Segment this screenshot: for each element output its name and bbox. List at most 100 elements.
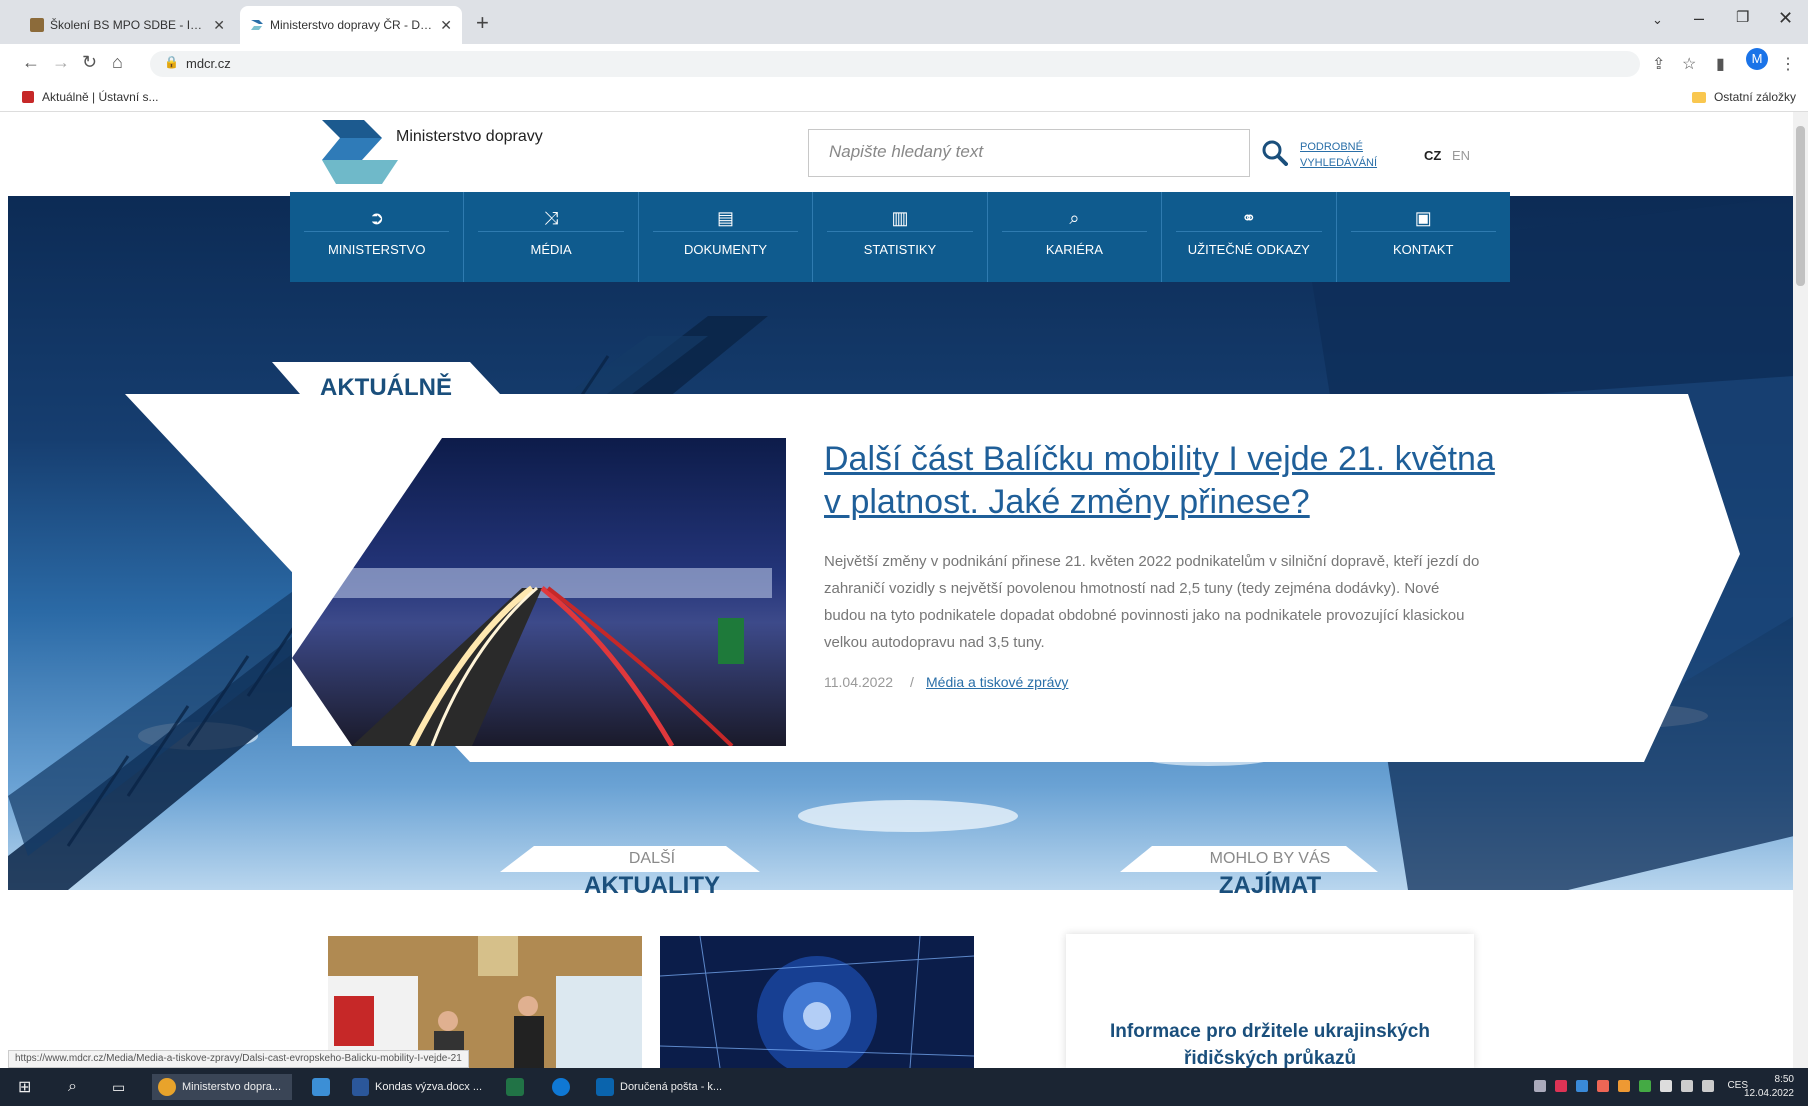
interest-heading: ZAJÍMAT [1218,872,1322,899]
lang-en-link[interactable]: EN [1452,148,1470,163]
close-tab-icon[interactable]: ✕ [440,17,452,34]
bookmark-aktualne[interactable]: Aktuálně | Ústavní s... [22,90,159,104]
scrollbar-thumb[interactable] [1796,126,1805,286]
tab-mdcr[interactable]: Ministerstvo dopravy ČR - Domů ✕ [240,6,462,44]
bookmark-star-icon[interactable]: ☆ [1682,54,1696,74]
nav-label: MÉDIA [530,242,572,257]
forward-icon[interactable]: → [52,52,70,73]
folder-icon [1691,91,1706,103]
search-icon[interactable]: ⌕ [68,1074,77,1100]
side-panel-icon[interactable]: ▮ [1716,54,1725,74]
url-field[interactable]: 🔒 mdcr.cz [150,51,1640,77]
edge-icon [552,1078,570,1096]
taskbar-item-label: Kondas výzva.docx ... [375,1081,482,1093]
task-view-icon[interactable]: ▭ [112,1074,125,1100]
outlook-icon [596,1078,614,1096]
url-text: mdcr.cz [186,56,231,71]
tray-app-icon[interactable] [1639,1080,1652,1092]
info-card-text: Informace pro držitele ukrajinských řidi… [1110,1021,1430,1068]
nav-label: UŽITEČNÉ ODKAZY [1187,242,1310,257]
info-card[interactable]: Informace pro držitele ukrajinských řidi… [1066,934,1474,1068]
bookmark-label: Aktuálně | Ústavní s... [42,90,159,104]
main-nav: ➲ MINISTERSTVO ⤨ MÉDIA ▤ DOKUMENTY ▥ STA… [290,192,1510,282]
bookmarks-bar: Aktuálně | Ústavní s... Ostatní záložky [0,84,1808,112]
reload-icon[interactable]: ↻ [82,52,97,73]
volume-icon[interactable] [1702,1080,1715,1092]
clock[interactable]: 8:50 12.04.2022 [1744,1073,1794,1101]
shuffle-icon: ⤨ [478,204,624,232]
nav-label: KARIÉRA [1045,242,1103,257]
network-icon[interactable] [1681,1080,1694,1092]
news-separator: / [910,674,914,690]
nav-ministerstvo[interactable]: ➲ MINISTERSTVO [290,192,465,282]
mdcr-favicon-icon [250,18,264,32]
close-window-icon[interactable]: ✕ [1778,8,1793,29]
bar-chart-icon: ▥ [827,204,973,232]
system-tray: CES [1534,1080,1748,1092]
lang-cz-link[interactable]: CZ [1424,148,1441,163]
page-content: Ministerstvo dopravy Napište hledaný tex… [0,112,1808,1068]
taskbar: ⊞ ⌕ ▭ Ministerstvo dopra... Kondas výzva… [0,1068,1808,1106]
news-thumbnail-ai[interactable] [660,936,974,1068]
nav-media[interactable]: ⤨ MÉDIA [464,192,639,282]
nav-odkazy[interactable]: ⚭ UŽITEČNÉ ODKAZY [1162,192,1337,282]
more-news-small-heading: DALŠÍ [628,850,676,867]
taskbar-item-chrome[interactable]: Ministerstvo dopra... [152,1074,292,1100]
tray-app-icon[interactable] [1576,1080,1589,1092]
new-tab-icon[interactable]: + [476,10,489,36]
restore-icon[interactable]: ❐ [1736,8,1749,26]
intranet-favicon-icon [30,18,44,32]
tray-app-icon[interactable] [1597,1080,1610,1092]
battery-icon[interactable] [1660,1080,1673,1092]
news-image[interactable] [292,438,786,746]
nav-dokumenty[interactable]: ▤ DOKUMENTY [639,192,814,282]
menu-icon[interactable]: ⋮ [1780,54,1796,74]
lock-icon[interactable]: 🔒 [164,55,179,69]
word-icon [352,1078,369,1096]
tray-app-icon[interactable] [1618,1080,1631,1092]
advanced-search-link[interactable]: PODROBNÉ VYHLEDÁVÁNÍ [1300,139,1390,171]
taskbar-item-excel[interactable] [506,1074,530,1100]
other-bookmarks[interactable]: Ostatní záložky [1691,90,1796,104]
contact-card-icon: ▣ [1350,204,1496,232]
document-icon: ▤ [652,204,799,232]
clock-date: 12.04.2022 [1743,1088,1794,1099]
news-title-link[interactable]: Další část Balíčku mobility I vejde 21. … [824,438,1504,524]
taskbar-item-label: Ministerstvo dopra... [182,1081,282,1093]
taskbar-item-edge[interactable] [552,1074,576,1100]
clock-time: 8:50 [1774,1074,1794,1085]
tray-app-icon[interactable] [1555,1080,1568,1092]
news-thumbnail-press[interactable] [328,936,642,1068]
news-category-link[interactable]: Média a tiskové zprávy [926,674,1068,690]
tab-search-icon[interactable]: ⌄ [1652,12,1663,28]
address-bar-row: ← → ↻ ⌂ 🔒 mdcr.cz ⇪ ☆ ▮ ⋮ [0,44,1808,84]
taskbar-item-word[interactable]: Kondas výzva.docx ... [352,1074,482,1100]
magnifier-icon: ⌕ [1001,204,1148,232]
home-icon[interactable]: ⌂ [112,52,123,73]
windows-start-icon[interactable]: ⊞ [18,1074,31,1100]
back-icon[interactable]: ← [22,52,40,73]
taskbar-item-explorer[interactable] [312,1074,336,1100]
logo-text[interactable]: Ministerstvo dopravy [396,128,543,146]
taskbar-item-label: Doručená pošta - k... [620,1081,723,1093]
share-icon[interactable]: ⇪ [1652,54,1665,74]
search-input[interactable]: Napište hledaný text [808,129,1250,177]
search-icon[interactable] [1262,140,1288,166]
tab-intranet[interactable]: Školení BS MPO SDBE - Intranet ✕ [20,6,235,44]
nav-kontakt[interactable]: ▣ KONTAKT [1337,192,1510,282]
arrow-logo-icon: ➲ [304,204,450,232]
nav-kariera[interactable]: ⌕ KARIÉRA [988,192,1163,282]
ministry-logo[interactable] [322,120,398,188]
tab-title: Ministerstvo dopravy ČR - Domů [270,18,435,32]
file-explorer-icon [312,1078,330,1096]
minimize-icon[interactable]: – [1694,8,1704,29]
tray-app-icon[interactable] [1534,1080,1547,1092]
tab-title: Školení BS MPO SDBE - Intranet [50,18,207,32]
close-tab-icon[interactable]: ✕ [213,17,225,34]
nav-statistiky[interactable]: ▥ STATISTIKY [813,192,988,282]
profile-avatar[interactable]: M [1746,48,1768,70]
news-date: 11.04.2022 [824,674,894,690]
scrollbar[interactable] [1793,112,1808,1068]
more-news-heading: AKTUALITY [584,872,720,899]
taskbar-item-outlook[interactable]: Doručená pošta - k... [596,1074,736,1100]
